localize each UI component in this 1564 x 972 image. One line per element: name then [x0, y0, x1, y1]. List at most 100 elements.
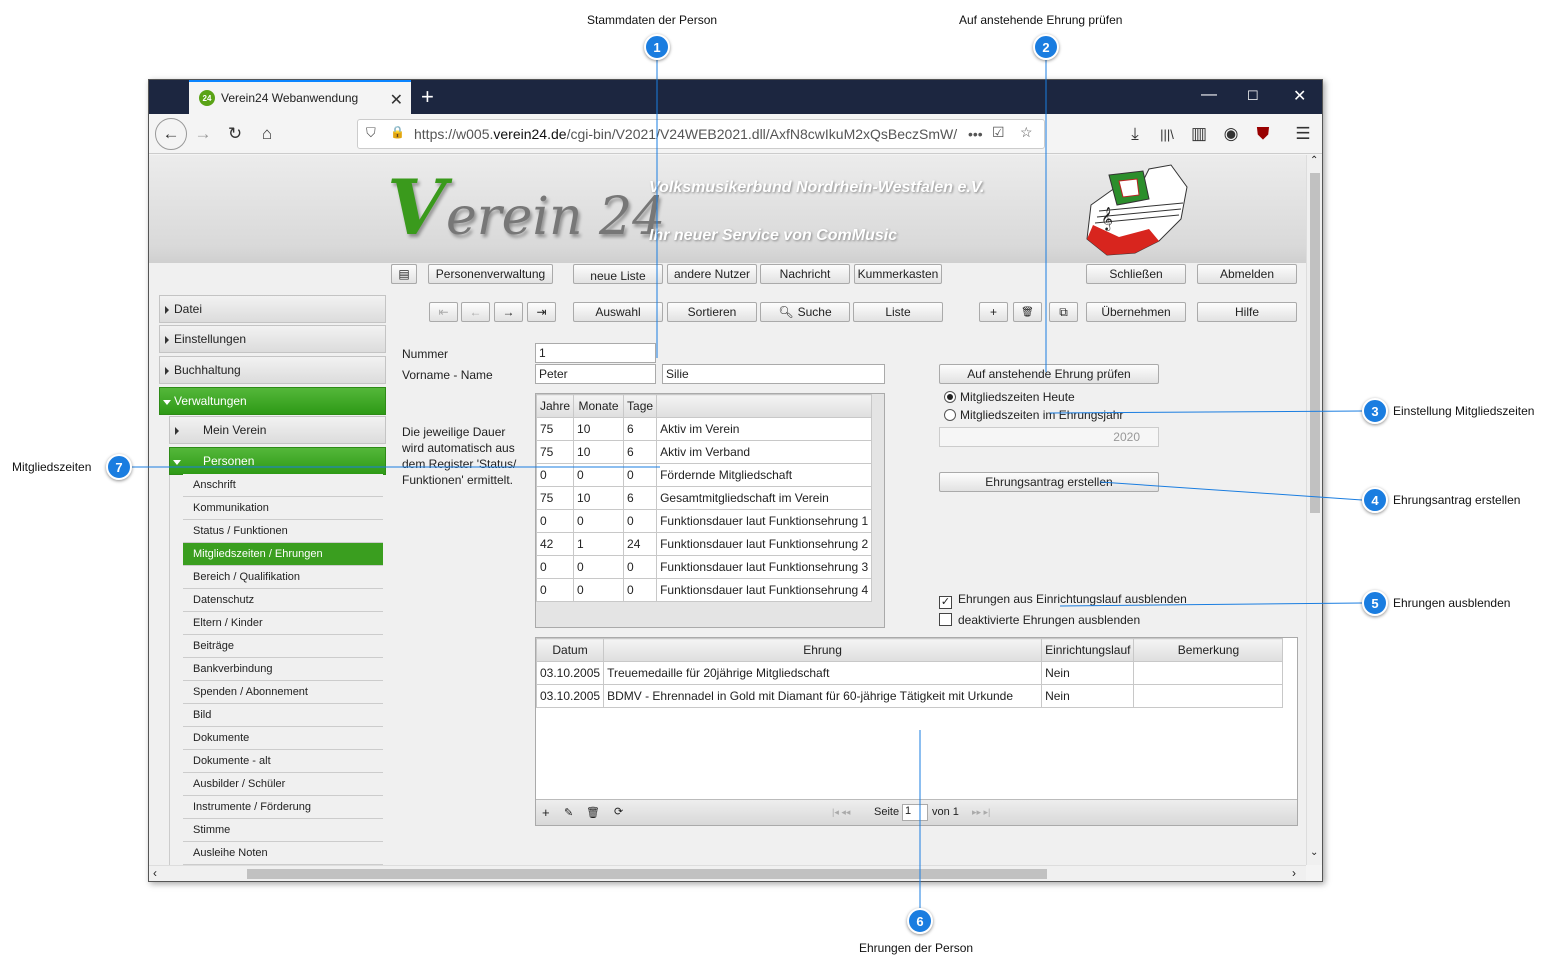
account-icon[interactable]: ◉ — [1217, 120, 1245, 148]
table-row[interactable]: 75 10 6 Aktiv im Verband — [535, 440, 873, 464]
menu-datei[interactable]: Datei — [159, 295, 386, 323]
durations-header[interactable]: Monate — [573, 394, 625, 418]
pager-first-prev-icon[interactable]: |◂ ◂◂ — [832, 807, 850, 818]
table-row[interactable]: 03.10.2005 BDMV - Ehrennadel in Gold mit … — [535, 684, 1284, 708]
chk-deaktiviert[interactable]: deaktivierte Ehrungen ausblenden — [939, 613, 1140, 627]
sidebar-item-bild[interactable]: Bild — [183, 704, 383, 727]
back-icon[interactable]: ← — [155, 118, 187, 150]
scroll-down-icon[interactable]: ⌄ — [1310, 847, 1318, 858]
last-record-button[interactable]: ⇥ — [527, 302, 556, 322]
new-tab-icon[interactable]: + — [421, 84, 434, 110]
liste-button[interactable]: Liste — [853, 302, 943, 322]
window-close-icon[interactable]: ✕ — [1293, 86, 1306, 106]
vorname-field[interactable]: Peter — [535, 364, 656, 384]
radio-heute[interactable]: Mitgliedszeiten Heute — [944, 390, 1075, 404]
hilfe-button[interactable]: Hilfe — [1197, 302, 1297, 322]
menu-mein-verein[interactable]: Mein Verein — [169, 416, 386, 444]
andere-nutzer-button[interactable]: andere Nutzer — [667, 264, 757, 284]
table-row[interactable]: 0 0 0 Funktionsdauer laut Funktionsehrung 4 — [535, 578, 873, 602]
ublock-icon[interactable]: ⛊ — [1249, 120, 1277, 148]
honors-header[interactable]: Einrichtungslauf — [1041, 638, 1135, 662]
sidebar-item-datenschutz[interactable]: Datenschutz — [183, 589, 383, 612]
sidebar-item-stimme[interactable]: Stimme — [183, 819, 383, 842]
sidebar-item-ausbilder-schüler[interactable]: Ausbilder / Schüler — [183, 773, 383, 796]
sidebar-item-bankverbindung[interactable]: Bankverbindung — [183, 658, 383, 681]
durations-header[interactable]: Jahre — [535, 394, 575, 418]
scroll-right-icon[interactable]: › — [1292, 866, 1296, 880]
sidebar-item-spenden-abonnement[interactable]: Spenden / Abonnement — [183, 681, 383, 704]
sidebar-item-beiträge[interactable]: Beiträge — [183, 635, 383, 658]
next-record-button[interactable]: → — [494, 302, 523, 322]
scroll-up-icon[interactable]: ⌃ — [1310, 155, 1318, 166]
sortieren-button[interactable]: Sortieren — [667, 302, 757, 322]
page-actions-icon[interactable]: ••• — [964, 126, 983, 142]
sidebar-item-dokumente[interactable]: Dokumente — [183, 727, 383, 750]
first-record-button[interactable]: ⇤ — [429, 302, 458, 322]
forward-icon[interactable]: → — [189, 120, 217, 148]
edit-honor-icon[interactable]: ✎ — [564, 806, 573, 819]
home-icon[interactable]: ⌂ — [253, 120, 281, 148]
sidebar-item-bereich-qualifikation[interactable]: Bereich / Qualifikation — [183, 566, 383, 589]
menu-toggle-button[interactable]: ▤ — [391, 264, 417, 284]
maximize-icon[interactable]: ☐ — [1247, 88, 1259, 104]
prev-record-button[interactable]: ← — [461, 302, 490, 322]
menu-einstellungen[interactable]: Einstellungen — [159, 325, 386, 353]
sidebar-toggle-icon[interactable]: ▥ — [1185, 120, 1213, 148]
ehrungsantrag-button[interactable]: Ehrungsantrag erstellen — [939, 472, 1159, 492]
table-row[interactable]: 0 0 0 Funktionsdauer laut Funktionsehrung 1 — [535, 509, 873, 533]
delete-record-button[interactable]: 🗑 — [1013, 302, 1042, 322]
abmelden-button[interactable]: Abmelden — [1197, 264, 1297, 284]
library-icon[interactable]: |||\ — [1153, 120, 1181, 148]
neue-liste-button[interactable]: neue Liste — [573, 264, 663, 284]
honors-header[interactable]: Datum — [535, 638, 605, 662]
refresh-icon[interactable]: ⟳ — [614, 805, 623, 818]
vertical-scrollbar[interactable]: ⌃ ⌄ — [1306, 155, 1322, 865]
uebernehmen-button[interactable]: Übernehmen — [1086, 302, 1186, 322]
menu-hamburger-icon[interactable]: ☰ — [1289, 120, 1317, 148]
sidebar-item-kommunikation[interactable]: Kommunikation — [183, 497, 383, 520]
table-row[interactable]: 03.10.2005 Treuemedaille für 20jährige Mi… — [535, 661, 1284, 685]
add-honor-icon[interactable]: + — [542, 805, 550, 820]
ehrung-pruefen-button[interactable]: Auf anstehende Ehrung prüfen — [939, 364, 1159, 384]
copy-record-button[interactable]: ⧉ — [1049, 302, 1078, 322]
sidebar-item-mitgliedszeiten-ehrungen[interactable]: Mitgliedszeiten / Ehrungen — [183, 543, 383, 566]
honors-header[interactable]: Bemerkung — [1133, 638, 1284, 662]
browser-tab[interactable]: 24 Verein24 Webanwendung ✕ — [189, 80, 411, 114]
chk-einrichtungslauf[interactable]: ✓ Ehrungen aus Einrichtungslauf ausblende… — [939, 592, 1187, 609]
table-row[interactable]: 0 0 0 Fördernde Mitgliedschaft — [535, 463, 873, 487]
table-row[interactable]: 75 10 6 Aktiv im Verein — [535, 417, 873, 441]
table-row[interactable]: 75 10 6 Gesamtmitgliedschaft im Verein — [535, 486, 873, 510]
durations-header[interactable]: Tage — [623, 394, 658, 418]
kummerkasten-button[interactable]: Kummerkasten — [854, 264, 942, 284]
sidebar-item-instrumente-förderung[interactable]: Instrumente / Förderung — [183, 796, 383, 819]
close-tab-icon[interactable]: ✕ — [390, 90, 403, 110]
menu-personen[interactable]: Personen — [169, 447, 386, 475]
radio-ehrungsjahr[interactable]: Mitgliedszeiten im Ehrungsjahr — [944, 408, 1123, 422]
delete-honor-icon[interactable]: 🗑 — [586, 806, 600, 819]
nummer-field[interactable]: 1 — [535, 343, 656, 363]
schliessen-button[interactable]: Schließen — [1086, 264, 1186, 284]
url-bar[interactable]: ⛉ 🔒 https://w005. verein24.de/cgi-bin/V20… — [357, 119, 1045, 149]
table-row[interactable]: 42 1 24 Funktionsdauer laut Funktionsehrung… — [535, 532, 873, 556]
nachname-field[interactable]: Silie — [662, 364, 885, 384]
table-row[interactable]: 0 0 0 Funktionsdauer laut Funktionsehrung 3 — [535, 555, 873, 579]
pager-next-last-icon[interactable]: ▸▸ ▸| — [972, 807, 990, 818]
pocket-icon[interactable]: ☑ — [992, 124, 1005, 141]
honors-header[interactable]: Ehrung — [603, 638, 1043, 662]
add-record-button[interactable]: + — [979, 302, 1008, 322]
download-icon[interactable]: ⤓ — [1121, 120, 1149, 148]
pager-page-input[interactable]: 1 — [902, 804, 928, 821]
nachricht-button[interactable]: Nachricht — [760, 264, 850, 284]
durations-header[interactable] — [656, 394, 873, 418]
menu-verwaltungen[interactable]: Verwaltungen — [159, 387, 386, 415]
menu-buchhaltung[interactable]: Buchhaltung — [159, 356, 386, 384]
sidebar-item-ausleihe-noten[interactable]: Ausleihe Noten — [183, 842, 383, 865]
suche-button[interactable]: 🔍︎ Suche — [760, 302, 850, 322]
personenverwaltung-button[interactable]: Personenverwaltung — [428, 264, 553, 284]
bookmark-star-icon[interactable]: ☆ — [1020, 124, 1033, 141]
reload-icon[interactable]: ↻ — [221, 120, 249, 148]
auswahl-button[interactable]: Auswahl — [573, 302, 663, 322]
minimize-icon[interactable]: — — [1201, 86, 1217, 104]
horizontal-scrollbar[interactable]: ‹ › — [149, 865, 1306, 881]
sidebar-item-dokumente-alt[interactable]: Dokumente - alt — [183, 750, 383, 773]
